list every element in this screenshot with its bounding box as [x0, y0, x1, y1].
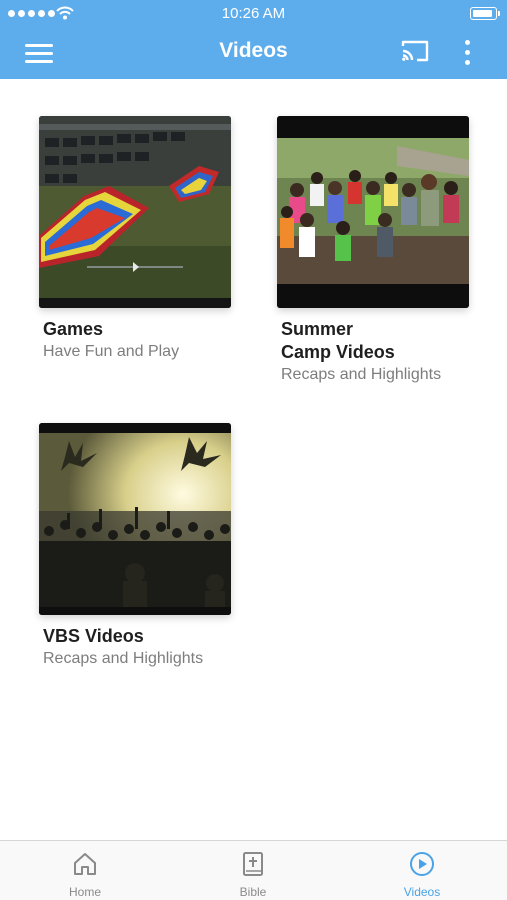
app-header: 10:26 AM Videos: [0, 0, 507, 79]
status-time: 10:26 AM: [221, 5, 286, 22]
tab-label: Home: [68, 885, 101, 899]
more-vertical-icon[interactable]: [462, 40, 474, 66]
category-title: Games: [43, 319, 104, 339]
tab-label: Bible: [239, 885, 267, 899]
bible-icon: [243, 852, 263, 876]
games-thumbnail[interactable]: [39, 116, 231, 308]
category-subtitle: Recaps and Highlights: [281, 366, 442, 383]
home-icon: [74, 853, 96, 875]
nav-bar: Videos: [0, 28, 507, 79]
tab-bible[interactable]: Bible: [203, 841, 303, 900]
tab-videos[interactable]: Videos: [372, 841, 472, 900]
tab-home[interactable]: Home: [35, 841, 135, 900]
vbs-thumbnail[interactable]: [39, 423, 231, 615]
tab-label: Videos: [403, 885, 441, 899]
category-title: VBS Videos: [43, 626, 144, 646]
summer-camp-thumbnail[interactable]: [277, 116, 469, 308]
tab-bar: Home Bible Videos: [0, 840, 507, 900]
play-circle-icon: [410, 852, 434, 876]
status-bar: 10:26 AM: [0, 0, 507, 28]
battery-icon: [470, 7, 500, 20]
category-subtitle: Recaps and Highlights: [43, 650, 204, 667]
category-title: Summer Camp Videos: [281, 319, 395, 362]
cast-icon[interactable]: [400, 38, 430, 64]
page-title: Videos: [219, 39, 288, 62]
category-subtitle: Have Fun and Play: [43, 343, 180, 360]
